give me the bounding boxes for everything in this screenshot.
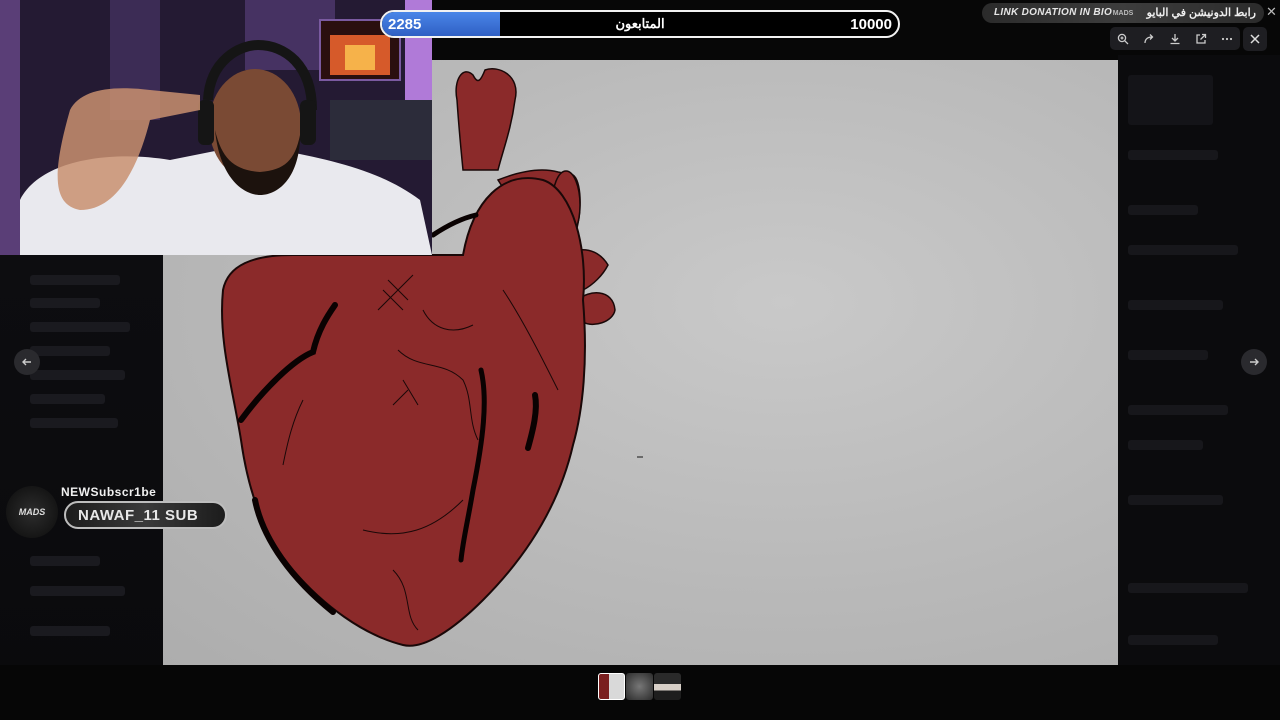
share-icon[interactable] <box>1140 30 1158 48</box>
open-external-icon[interactable] <box>1192 30 1210 48</box>
subscriber-alert-title: NEWSubscr1be <box>61 485 157 499</box>
image-viewer-toolbar <box>1110 27 1240 50</box>
webcam-image <box>0 0 432 255</box>
thumbnail-heart-drawing[interactable] <box>598 673 625 700</box>
close-button[interactable] <box>1243 27 1267 51</box>
more-icon[interactable] <box>1218 30 1236 48</box>
background-row <box>1128 583 1248 593</box>
background-row <box>1128 635 1218 645</box>
background-row <box>30 346 110 356</box>
zoom-in-icon[interactable] <box>1114 30 1132 48</box>
donation-banner: LINK DONATION IN BIO MADS رابط الدونيشن … <box>982 3 1264 23</box>
next-image-button[interactable] <box>1241 349 1267 375</box>
webcam-feed <box>0 0 432 255</box>
background-row <box>1128 205 1198 215</box>
arrow-left-icon <box>22 358 31 366</box>
follower-goal-bar: 2285 المتابعون 10000 <box>380 10 900 38</box>
background-row <box>30 322 130 332</box>
subscriber-alert: MADS NEWSubscr1be NAWAF_11 SUB <box>6 484 231 540</box>
background-row <box>1128 495 1223 505</box>
background-row <box>1128 245 1238 255</box>
background-row <box>1128 300 1223 310</box>
arrow-right-icon <box>1250 358 1259 366</box>
subscriber-name-box: NAWAF_11 SUB <box>64 501 227 529</box>
mads-logo-icon: MADS <box>1112 9 1134 17</box>
background-row <box>30 298 100 308</box>
close-icon <box>1250 34 1260 44</box>
background-row <box>1128 405 1228 415</box>
previous-image-button[interactable] <box>14 349 40 375</box>
background-row <box>1128 150 1218 160</box>
thumbnail-logo[interactable] <box>626 673 653 700</box>
mads-badge-icon: MADS <box>6 486 58 538</box>
background-row <box>30 275 120 285</box>
thumbnail-strip <box>598 673 681 700</box>
background-row <box>30 418 118 428</box>
background-row <box>30 626 110 636</box>
background-row <box>30 370 125 380</box>
background-row <box>1128 440 1203 450</box>
donation-text-en: LINK DONATION IN BIO <box>994 7 1113 18</box>
subscriber-name: NAWAF_11 SUB <box>78 507 199 524</box>
follower-goal-count: 10000 <box>850 16 892 33</box>
background-row <box>1128 350 1208 360</box>
background-row <box>30 556 100 566</box>
download-icon[interactable] <box>1166 30 1184 48</box>
thumbnail-webcam[interactable] <box>654 673 681 700</box>
close-icon[interactable]: ✕ <box>1266 4 1277 20</box>
follower-label: المتابعون <box>615 16 665 31</box>
background-row <box>1128 75 1213 125</box>
donation-text-ar: رابط الدونيشن في البايو <box>1146 7 1256 19</box>
background-row <box>30 394 105 404</box>
background-row <box>30 586 125 596</box>
